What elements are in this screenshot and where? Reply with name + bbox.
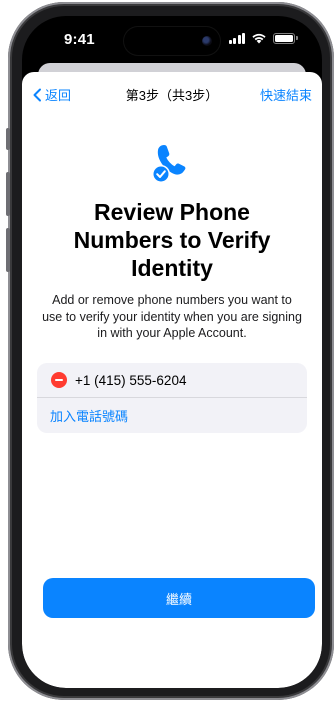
modal-sheet: 返回 第3步（共3步） 快速結束 Review Phone Numbers to… [22, 72, 322, 688]
battery-tip [296, 36, 298, 40]
camera-icon [202, 36, 212, 46]
status-time: 9:41 [64, 31, 95, 48]
add-phone-button[interactable]: 加入電話號碼 [50, 406, 128, 425]
remove-icon[interactable] [51, 372, 67, 388]
add-phone-row[interactable]: 加入電話號碼 [37, 398, 307, 432]
page-title: Review Phone Numbers to Verify Identity [73, 199, 271, 281]
volume-down-button [6, 228, 10, 272]
continue-button[interactable]: 繼續 [43, 578, 315, 618]
screen: 9:41 返回 第3步（共3步） 快速結束 Review Phone Numbe… [22, 16, 322, 688]
list-item: +1 (415) 555-6204 [37, 363, 307, 397]
page-description: Add or remove phone numbers you want to … [42, 293, 302, 340]
phone-checkmark-icon [152, 145, 186, 183]
navigation-bar: 返回 第3步（共3步） 快速結束 [22, 84, 322, 108]
phone-number-list: +1 (415) 555-6204 加入電話號碼 [37, 363, 307, 433]
quick-exit-button[interactable]: 快速結束 [260, 85, 312, 104]
status-icons [228, 32, 298, 44]
action-button [6, 128, 10, 150]
battery-icon [273, 32, 295, 44]
wifi-icon [252, 33, 266, 44]
status-bar: 9:41 [22, 16, 322, 64]
cellular-signal-icon [228, 32, 245, 44]
phone-number: +1 (415) 555-6204 [75, 372, 187, 388]
volume-up-button [6, 172, 10, 216]
